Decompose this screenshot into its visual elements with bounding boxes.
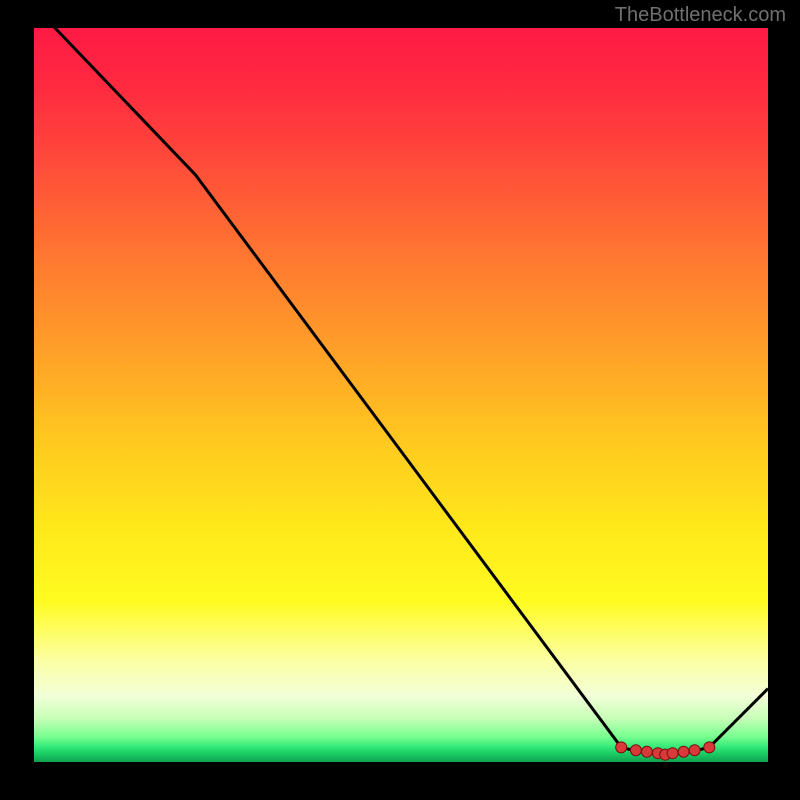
chart-plot-area — [34, 28, 768, 762]
watermark-text: TheBottleneck.com — [615, 4, 786, 27]
chart-marker — [616, 742, 627, 753]
chart-line — [34, 6, 768, 755]
chart-marker — [667, 748, 678, 759]
chart-marker — [704, 742, 715, 753]
chart-marker — [678, 746, 689, 757]
chart-line-layer — [34, 28, 768, 762]
chart-marker — [630, 745, 641, 756]
chart-marker — [641, 746, 652, 757]
chart-marker — [689, 745, 700, 756]
